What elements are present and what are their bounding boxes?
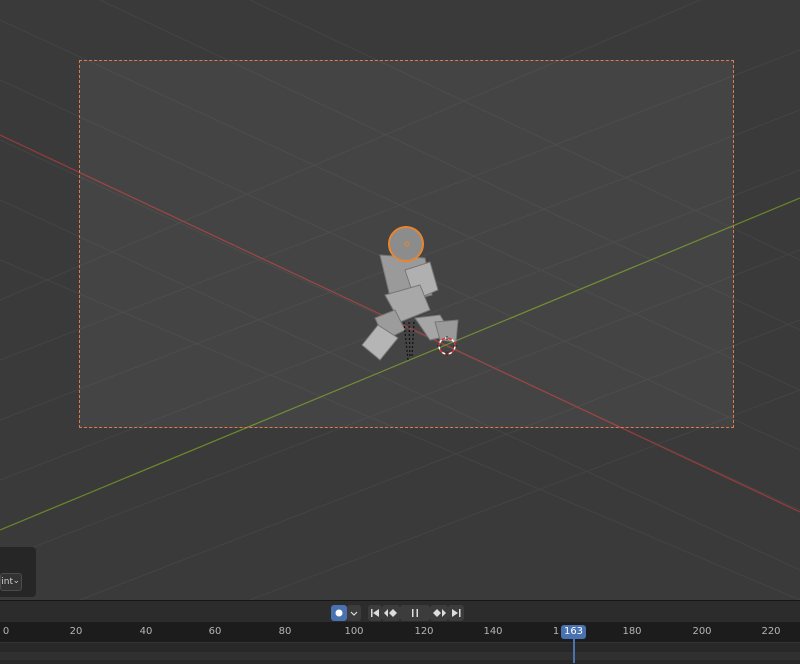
keying-options-button[interactable] bbox=[347, 605, 361, 621]
ruler-label: 140 bbox=[483, 626, 503, 637]
timeline-header bbox=[0, 600, 800, 623]
jump-end-icon bbox=[452, 609, 461, 617]
ruler-label: 60 bbox=[208, 626, 222, 637]
3d-viewport[interactable]: aint ⌄ bbox=[0, 0, 800, 600]
ruler-label: 220 bbox=[761, 626, 781, 637]
ruler-label: 40 bbox=[139, 626, 153, 637]
ruler-label: 1 bbox=[552, 626, 560, 637]
pause-button[interactable] bbox=[400, 605, 430, 621]
summary-strip bbox=[0, 652, 800, 660]
ruler-label: 200 bbox=[692, 626, 712, 637]
ruler-label: 180 bbox=[622, 626, 642, 637]
panel-dropdown[interactable]: aint ⌄ bbox=[0, 573, 22, 591]
ruler-label: 80 bbox=[278, 626, 292, 637]
camera-frame-border bbox=[79, 60, 734, 428]
auto-keying-button[interactable] bbox=[331, 605, 347, 621]
current-frame-indicator[interactable]: 163 bbox=[561, 625, 586, 639]
playhead[interactable] bbox=[573, 639, 575, 663]
jump-start-button[interactable] bbox=[368, 605, 382, 621]
operator-panel: aint ⌄ bbox=[0, 547, 36, 597]
next-keyframe-icon bbox=[433, 609, 446, 617]
panel-dropdown-value: aint bbox=[1, 577, 13, 587]
record-icon bbox=[335, 609, 343, 617]
ruler-label: 20 bbox=[69, 626, 83, 637]
next-keyframe-button[interactable] bbox=[430, 605, 448, 621]
chevron-down-icon bbox=[350, 611, 358, 616]
ruler-label: 0 bbox=[2, 626, 10, 637]
frame-ruler[interactable]: 0 20 40 60 80 100 120 140 1 180 200 220 bbox=[0, 622, 800, 642]
ruler-label: 100 bbox=[344, 626, 364, 637]
chevron-down-icon: ⌄ bbox=[12, 576, 20, 586]
ruler-label: 120 bbox=[414, 626, 434, 637]
timeline-editor: 0 20 40 60 80 100 120 140 1 180 200 220 … bbox=[0, 600, 800, 664]
prev-keyframe-icon bbox=[384, 609, 397, 617]
jump-end-button[interactable] bbox=[448, 605, 464, 621]
pause-icon bbox=[412, 609, 418, 617]
prev-keyframe-button[interactable] bbox=[382, 605, 400, 621]
jump-start-icon bbox=[371, 609, 379, 617]
